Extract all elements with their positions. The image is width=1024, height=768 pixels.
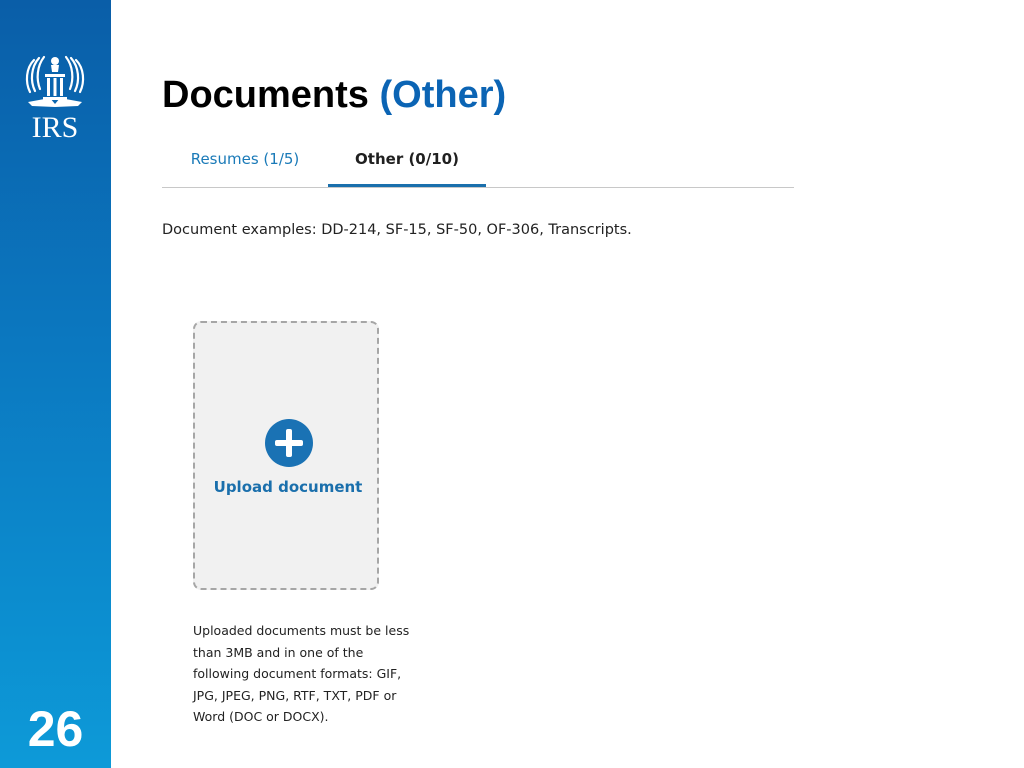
upload-document-card[interactable]: Upload document — [193, 321, 379, 590]
help-line: than 3MB and in one of the — [193, 644, 364, 660]
upload-document-label[interactable]: Upload document — [195, 478, 381, 496]
help-line: following document formats: GIF, — [193, 666, 402, 681]
tab-resumes[interactable]: Resumes (1/5) — [162, 140, 328, 186]
irs-logo: IRS — [20, 52, 90, 143]
page-title: Documents (Other) — [162, 74, 506, 117]
document-examples-text: Document examples: DD-214, SF-15, SF-50,… — [162, 222, 632, 238]
slide-number: 26 — [27, 701, 84, 757]
sidebar: IRS 26 — [0, 0, 111, 768]
eagle-icon — [25, 55, 85, 107]
upload-requirements-text: Uploaded documents must be less than 3MB… — [193, 620, 413, 728]
tab-other[interactable]: Other (0/10) — [328, 140, 486, 187]
plus-circle-icon[interactable] — [265, 419, 313, 467]
title-main: Documents — [162, 74, 369, 116]
help-line: Word (DOC or DOCX). — [193, 709, 329, 724]
help-line: JPG, JPEG, PNG, RTF, TXT, PDF or — [193, 687, 397, 703]
help-line: Uploaded documents must be less — [193, 623, 410, 638]
logo-wordmark: IRS — [31, 111, 79, 144]
document-tabs: Resumes (1/5) Other (0/10) — [162, 140, 794, 188]
title-accent: (Other) — [379, 74, 507, 116]
